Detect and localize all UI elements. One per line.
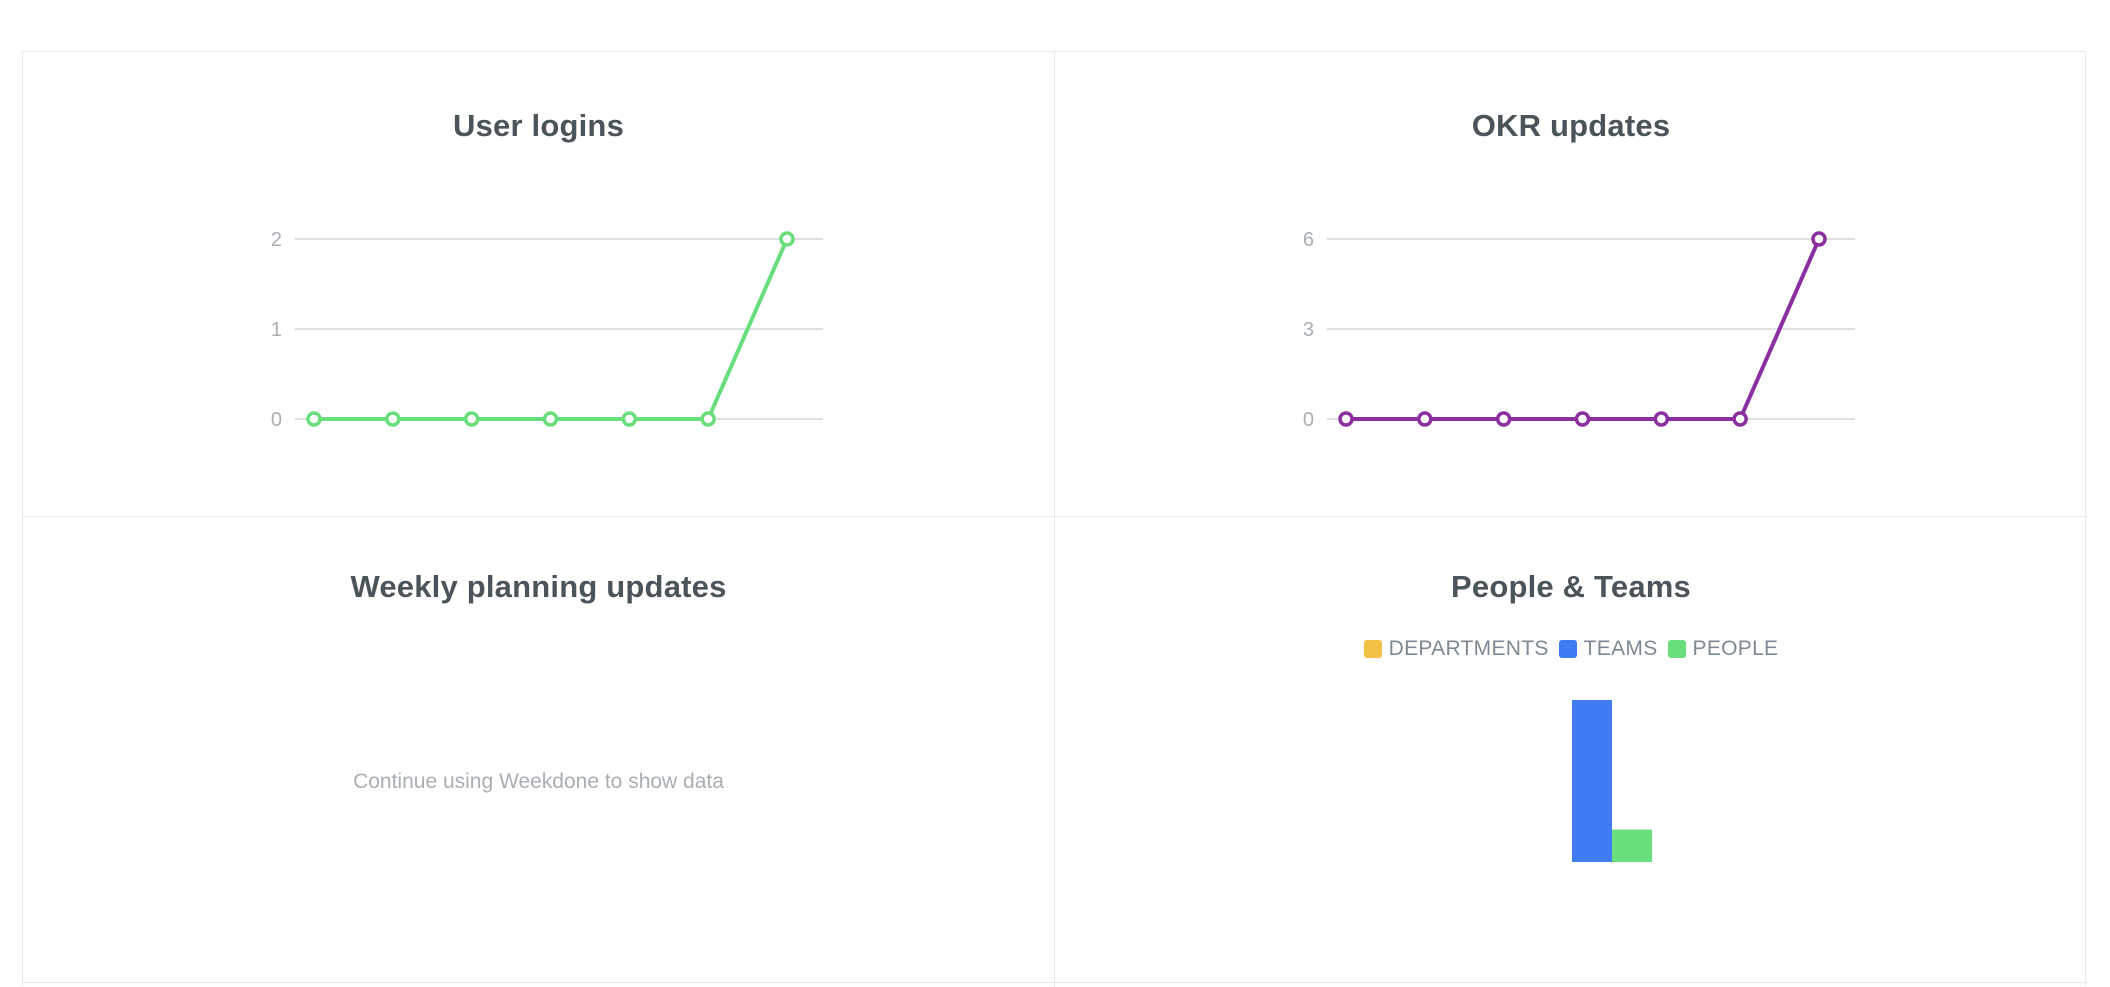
data-point: [700, 411, 716, 427]
user-logins-panel: User logins 0 1 2: [23, 52, 1054, 516]
legend-label: PEOPLE: [1692, 637, 1779, 660]
y-tick-label: 2: [271, 229, 282, 251]
data-point: [1417, 411, 1433, 427]
row-divider: [23, 982, 2087, 983]
weekly-planning-panel: Weekly planning updates Continue using W…: [23, 517, 1054, 982]
dashboard-grid: User logins 0 1 2 OKR updates 0 3 6 Weekly p…: [22, 51, 2087, 987]
panel-title: People & Teams: [1451, 569, 1691, 604]
people-teams-chart: [1572, 700, 1652, 862]
chart-legend: DEPARTMENTS TEAMS PEOPLE: [1055, 637, 2087, 661]
legend-item-teams[interactable]: TEAMS: [1558, 637, 1658, 661]
okr-updates-chart: 0 3 6: [1303, 229, 1855, 431]
data-point: [542, 411, 559, 427]
data-point: [1653, 411, 1670, 427]
panel-title: User logins: [452, 108, 625, 143]
y-tick-label: 3: [1303, 319, 1314, 341]
data-point: [1495, 411, 1512, 427]
bar-teams: [1572, 700, 1612, 862]
data-point: [1574, 411, 1591, 427]
data-point: [621, 411, 638, 427]
data-point: [306, 411, 322, 427]
panel-title: OKR updates: [1471, 108, 1671, 143]
data-point: [1811, 231, 1827, 247]
data-point: [463, 411, 480, 427]
data-point: [1338, 411, 1354, 427]
legend-label: DEPARTMENTS: [1388, 637, 1549, 660]
bar-people: [1612, 829, 1652, 862]
data-point: [385, 411, 401, 427]
legend-item-people[interactable]: PEOPLE: [1667, 637, 1779, 661]
legend-swatch: [1667, 640, 1686, 658]
data-point: [1732, 411, 1748, 427]
okr-updates-panel: OKR updates 0 3 6: [1055, 52, 2087, 516]
data-point: [779, 231, 795, 247]
legend-item-departments[interactable]: DEPARTMENTS: [1363, 637, 1549, 661]
people-teams-panel: People & Teams DEPARTMENTS TEAMS PEOPLE: [1055, 517, 2087, 982]
legend-swatch: [1363, 640, 1382, 658]
y-tick-label: 6: [1303, 229, 1314, 251]
legend-swatch: [1558, 640, 1577, 658]
y-tick-label: 1: [271, 319, 282, 341]
panel-title: Weekly planning updates: [350, 569, 727, 604]
y-tick-label: 0: [271, 409, 282, 431]
y-tick-label: 0: [1303, 409, 1314, 431]
legend-label: TEAMS: [1583, 637, 1658, 660]
empty-state-message: Continue using Weekdone to show data: [353, 770, 724, 793]
user-logins-chart: 0 1 2: [271, 229, 823, 431]
